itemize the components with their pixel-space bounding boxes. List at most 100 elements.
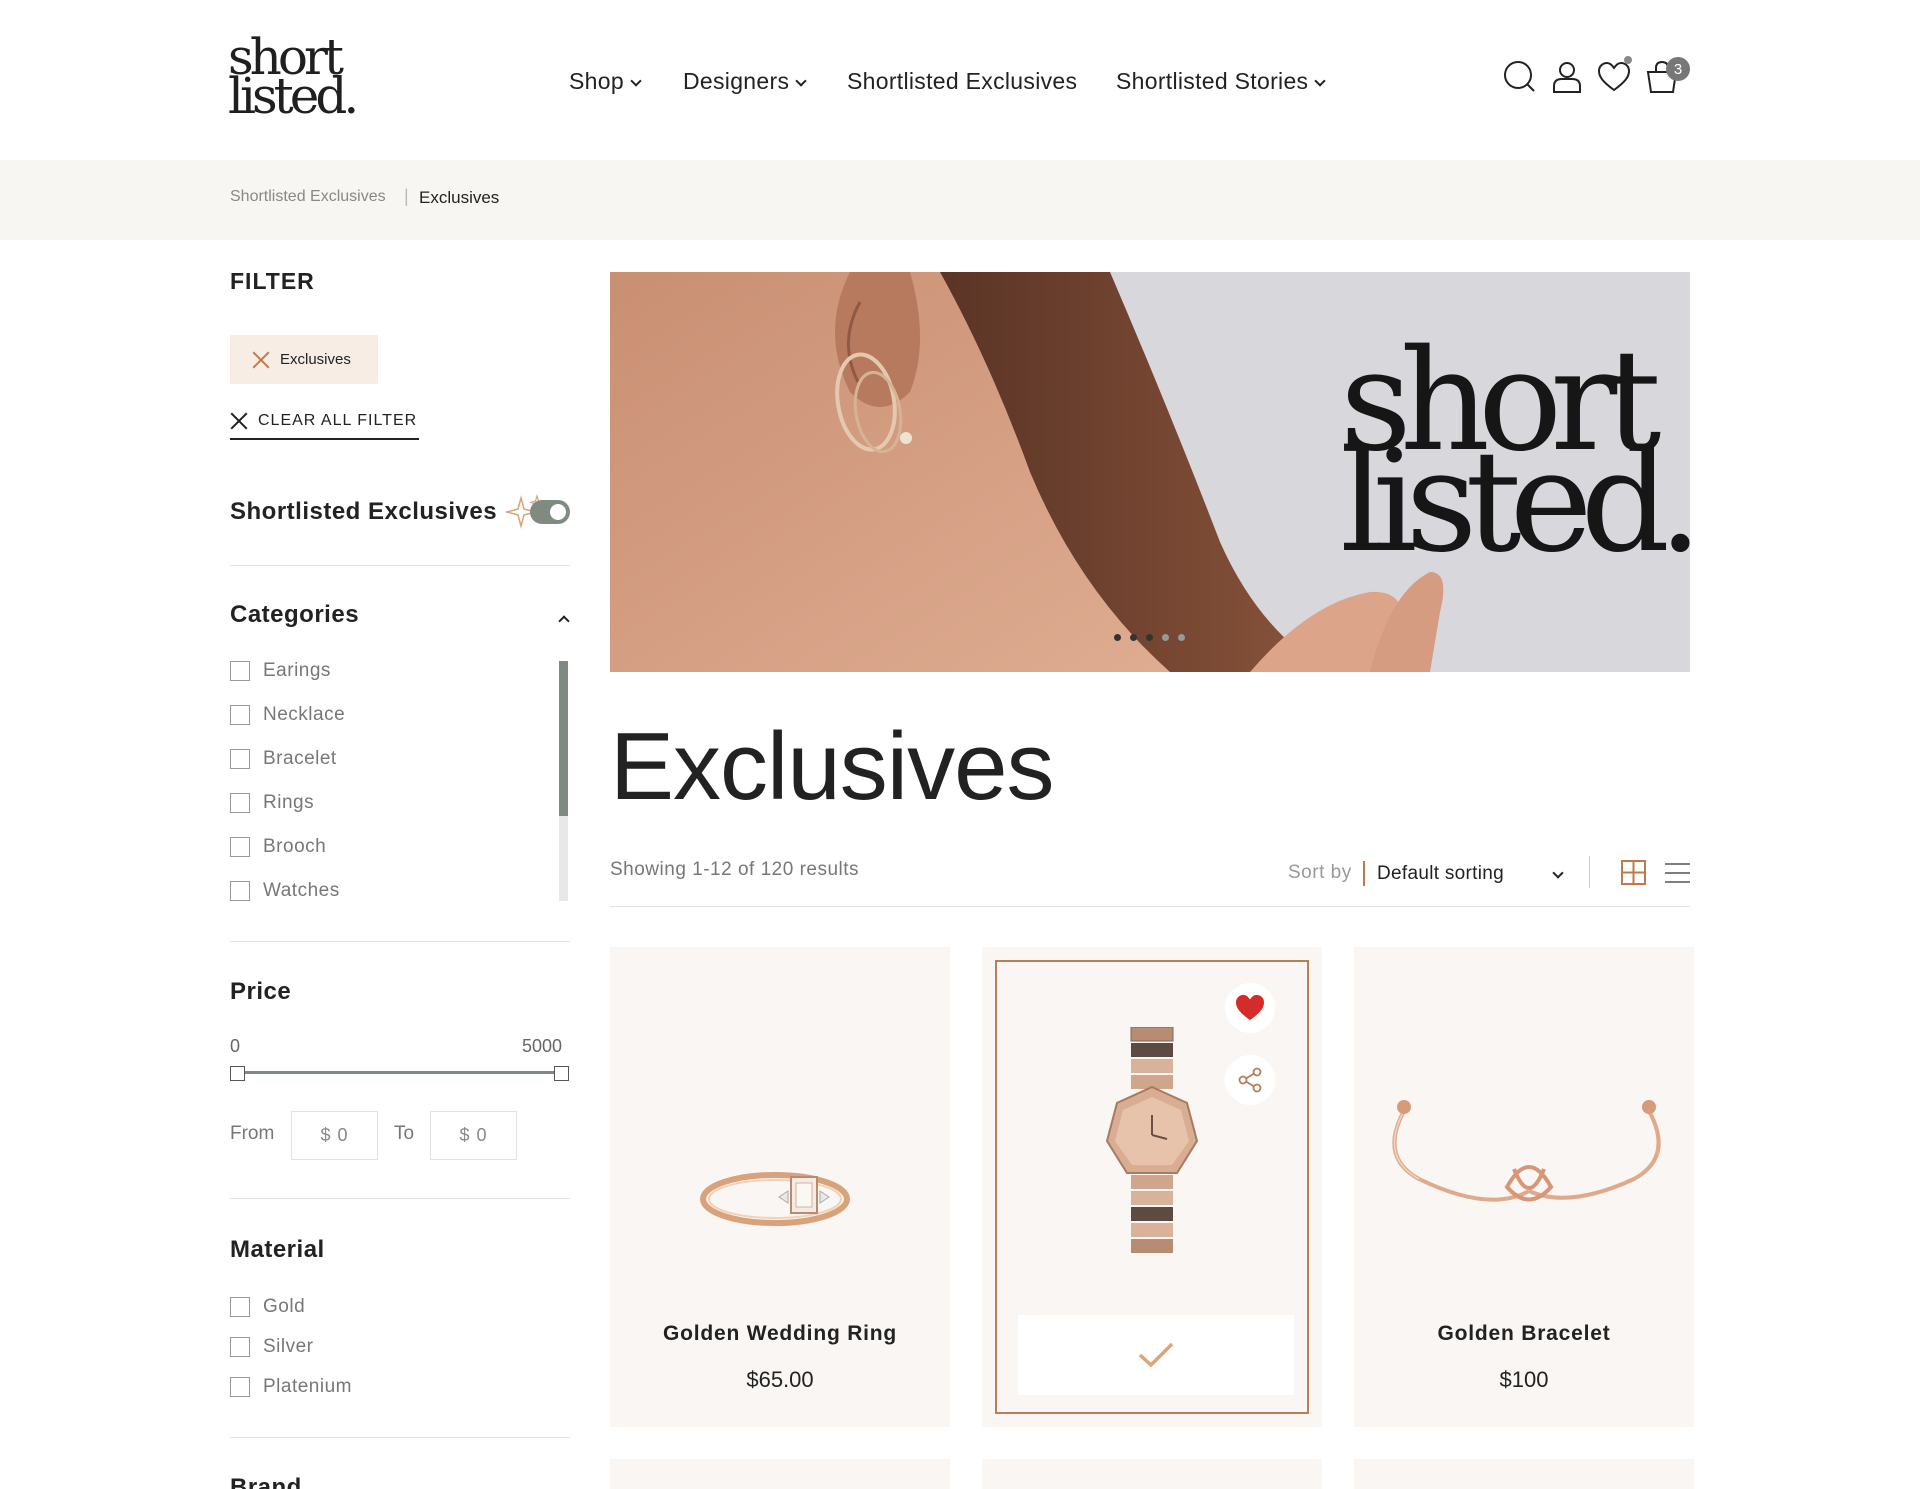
wishlist-dot [1624, 56, 1632, 64]
share-icon [1238, 1067, 1262, 1093]
filter-heading: FILTER [230, 268, 315, 294]
nav-shop[interactable]: Shop [569, 68, 642, 95]
active-filter-chip[interactable]: Exclusives [230, 335, 378, 384]
clear-all-filter-button[interactable]: CLEAR ALL FILTER [230, 404, 420, 440]
carousel-dot[interactable] [1146, 634, 1153, 641]
material-option[interactable]: Platenium [230, 1376, 352, 1398]
category-option[interactable]: Necklace [230, 704, 345, 726]
nav-shop-label: Shop [569, 68, 624, 94]
price-to-input[interactable]: $ 0 [430, 1111, 517, 1160]
price-from-label: From [230, 1123, 275, 1144]
product-price: $65.00 [746, 1367, 814, 1392]
price-slider-track[interactable] [238, 1071, 562, 1074]
nav-stories-label: Shortlisted Stories [1116, 68, 1309, 94]
hero-banner[interactable]: short listed. [610, 272, 1690, 672]
material-heading: Material [230, 1236, 325, 1263]
chevron-up-icon[interactable] [558, 615, 570, 627]
search-icon[interactable] [1503, 60, 1537, 94]
price-from-input[interactable]: $ 0 [291, 1111, 378, 1160]
product-card[interactable]: Golden Wedding Ring $65.00 [610, 947, 950, 1427]
share-button[interactable] [1225, 1055, 1275, 1105]
close-icon [230, 412, 248, 430]
wishlist-button[interactable] [1225, 983, 1275, 1033]
chevron-down-icon [630, 74, 642, 87]
categories-scrollbar-thumb[interactable] [559, 661, 568, 816]
checkbox[interactable] [230, 1297, 250, 1317]
product-name[interactable]: Golden Wedding Ring [610, 1322, 950, 1346]
category-option[interactable]: Bracelet [230, 748, 337, 770]
user-icon[interactable] [1550, 60, 1584, 94]
exclusives-toggle-label: Shortlisted Exclusives [230, 498, 498, 525]
product-card[interactable] [1354, 1459, 1694, 1489]
divider [610, 906, 1690, 907]
page-title: Exclusives [610, 713, 1054, 820]
checkbox[interactable] [230, 705, 250, 725]
checkbox[interactable] [230, 749, 250, 769]
price-max-label: 5000 [522, 1036, 563, 1056]
site-logo[interactable]: short listed. [228, 32, 359, 125]
checkbox[interactable] [230, 1377, 250, 1397]
nav-designers[interactable]: Designers [683, 68, 807, 95]
price-to-label: To [394, 1123, 415, 1144]
price-slider-max-handle[interactable] [554, 1066, 569, 1081]
divider [230, 1437, 570, 1438]
chevron-down-icon [1552, 867, 1564, 879]
category-option[interactable]: Earings [230, 660, 331, 682]
product-card[interactable] [982, 947, 1322, 1427]
sort-accent-bar [1363, 861, 1365, 886]
material-label: Platenium [263, 1376, 352, 1397]
sort-select[interactable]: Default sorting [1377, 860, 1564, 888]
nav-designers-label: Designers [683, 68, 790, 94]
categories-heading[interactable]: Categories [230, 601, 359, 629]
carousel-dot[interactable] [1114, 634, 1121, 641]
sort-by-label: Sort by [1288, 862, 1352, 883]
carousel-dot[interactable] [1162, 634, 1169, 641]
checkbox[interactable] [230, 1337, 250, 1357]
material-label: Silver [263, 1336, 314, 1357]
category-option[interactable]: Watches [230, 880, 340, 902]
category-label: Bracelet [263, 748, 337, 769]
hero-logo-line-2: listed. [1340, 420, 1690, 584]
breadcrumb-parent-link[interactable]: Shortlisted Exclusives [230, 188, 386, 206]
material-label: Gold [263, 1296, 306, 1317]
material-option[interactable]: Silver [230, 1336, 314, 1358]
checkbox[interactable] [230, 793, 250, 813]
product-card[interactable] [982, 1459, 1322, 1489]
material-option[interactable]: Gold [230, 1296, 305, 1318]
divider [230, 941, 570, 942]
checkbox[interactable] [230, 881, 250, 901]
clear-all-label: CLEAR ALL FILTER [258, 412, 418, 429]
product-image-watch [1105, 1027, 1199, 1253]
category-label: Watches [263, 880, 340, 901]
divider [230, 565, 570, 566]
category-option[interactable]: Rings [230, 792, 314, 814]
product-card[interactable] [610, 1459, 950, 1489]
added-to-cart-button[interactable] [1018, 1315, 1294, 1395]
logo-line-2: listed. [228, 67, 359, 125]
product-card[interactable]: Golden Bracelet $100 [1354, 947, 1694, 1427]
divider [230, 1198, 570, 1199]
carousel-dot[interactable] [1178, 634, 1185, 641]
grid-view-icon[interactable] [1621, 860, 1646, 885]
category-label: Rings [263, 792, 315, 813]
category-label: Brooch [263, 836, 327, 857]
nav-shortlisted-stories[interactable]: Shortlisted Stories [1116, 68, 1327, 95]
heart-filled-icon [1236, 994, 1264, 1021]
price-min-label: 0 [230, 1036, 241, 1056]
nav-shortlisted-exclusives[interactable]: Shortlisted Exclusives [847, 68, 1077, 95]
checkbox[interactable] [230, 661, 250, 681]
checkmark-icon [1138, 1342, 1174, 1368]
carousel-dot[interactable] [1130, 634, 1137, 641]
price-heading: Price [230, 978, 292, 1005]
list-view-icon[interactable] [1665, 862, 1690, 884]
category-option[interactable]: Brooch [230, 836, 326, 858]
carousel-dots [1114, 634, 1185, 641]
price-slider-min-handle[interactable] [230, 1066, 245, 1081]
close-icon[interactable] [252, 351, 270, 369]
checkbox[interactable] [230, 837, 250, 857]
wishlist-heart-icon[interactable] [1597, 60, 1631, 94]
exclusives-toggle[interactable] [530, 500, 570, 524]
product-price: $100 [1499, 1367, 1549, 1392]
product-name[interactable]: Golden Bracelet [1354, 1322, 1694, 1346]
exclusives-toggle-row: Shortlisted Exclusives [230, 494, 570, 530]
